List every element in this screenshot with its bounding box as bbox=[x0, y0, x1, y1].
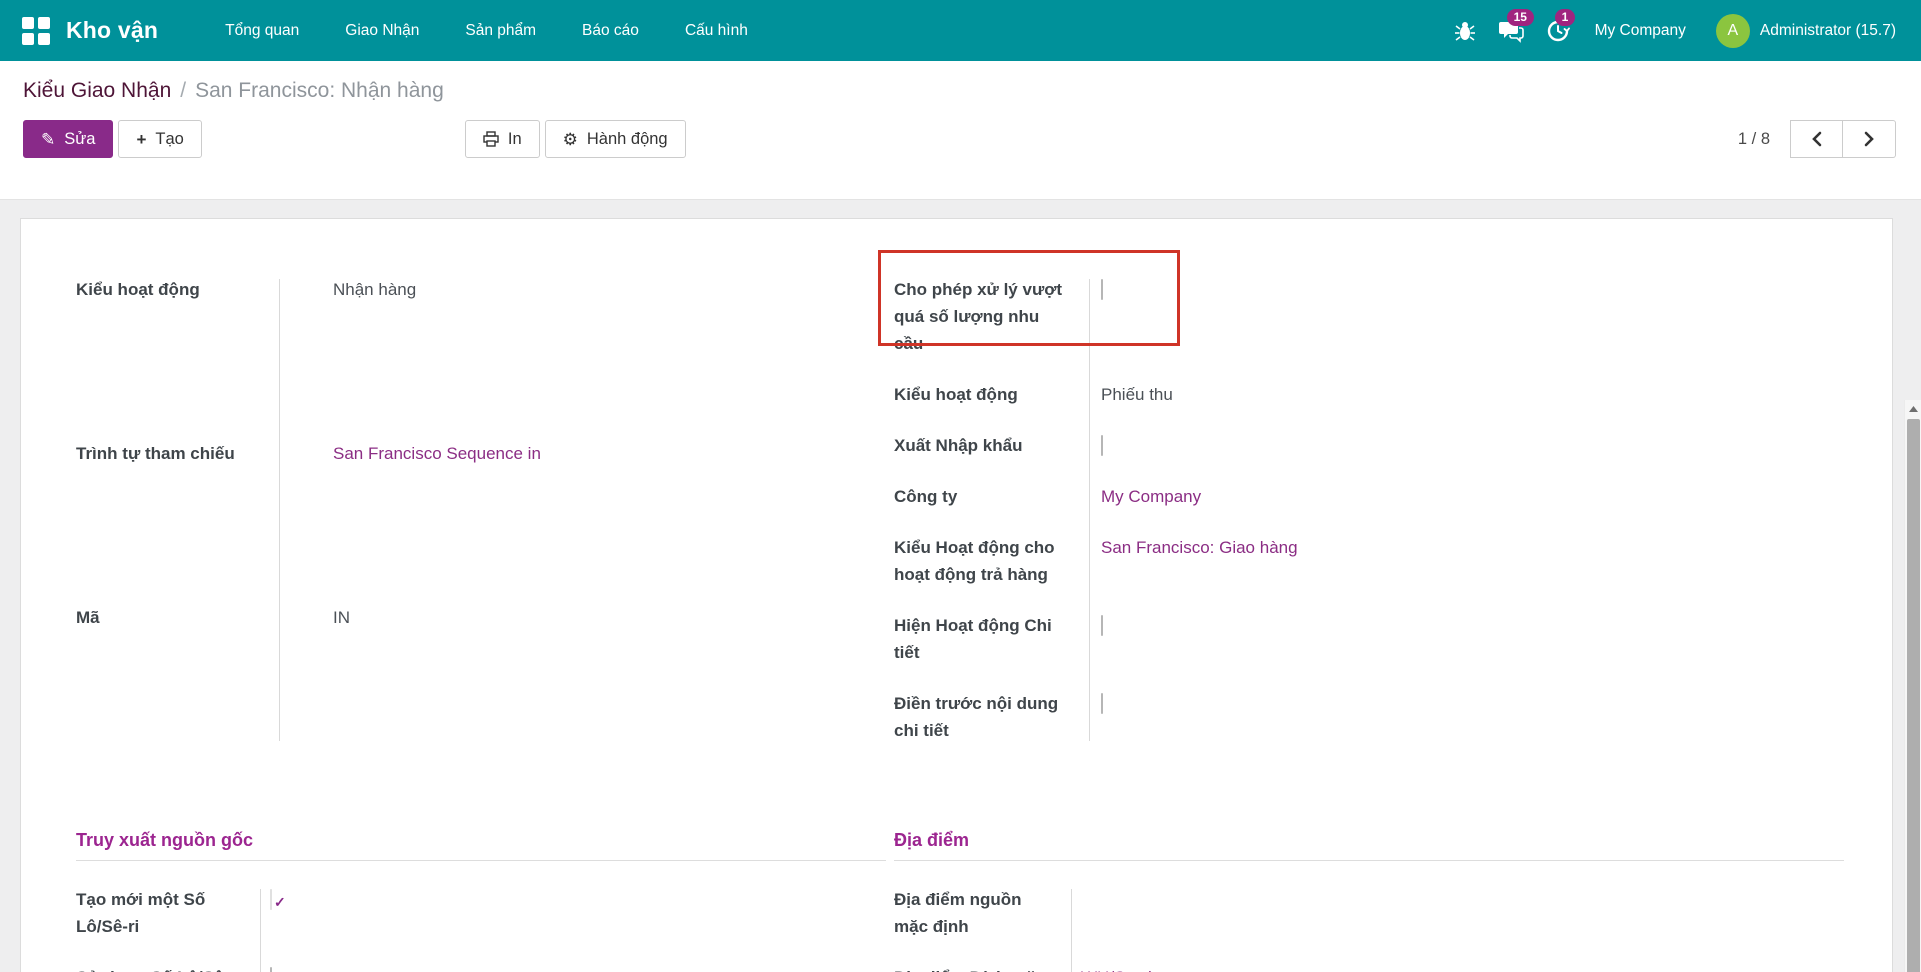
bottom-groups: Truy xuất nguồn gốc Tạo mới một Số Lô/Sê… bbox=[76, 830, 1892, 972]
field-link-company[interactable]: My Company bbox=[1101, 487, 1201, 506]
pager-next-button[interactable] bbox=[1843, 120, 1896, 158]
field-label: Điền trước nội dung chi tiết bbox=[894, 690, 1089, 744]
group-operation-settings: Cho phép xử lý vượt quá số lượng nhu cầu… bbox=[894, 276, 1844, 744]
edit-button[interactable]: ✎ Sửa bbox=[23, 120, 113, 158]
main-menu: Tổng quan Giao Nhận Sản phẩm Báo cáo Cấu… bbox=[202, 12, 771, 50]
create-button[interactable]: + Tạo bbox=[118, 120, 201, 158]
group-traceability: Tạo mới một Số Lô/Sê-ri Sử dụng Số Lô/Sê… bbox=[76, 886, 886, 972]
field-label: Mã bbox=[76, 604, 279, 631]
top-navbar: Kho vận Tổng quan Giao Nhận Sản phẩm Báo… bbox=[0, 0, 1921, 61]
top-groups: Kiểu hoạt động Nhận hàng Trình tự tham c… bbox=[76, 276, 1892, 744]
field-link-default-destination-location[interactable]: WH/Stock bbox=[1081, 968, 1157, 972]
pager-previous-button[interactable] bbox=[1790, 120, 1843, 158]
group-separator bbox=[1089, 279, 1090, 741]
field-label: Kiểu Hoạt động cho hoạt động trả hàng bbox=[894, 534, 1089, 588]
field-link-return-operation-type[interactable]: San Francisco: Giao hàng bbox=[1101, 538, 1298, 557]
group-separator bbox=[1071, 889, 1072, 972]
user-avatar[interactable]: A bbox=[1716, 14, 1750, 48]
navbar-right: 15 1 My Company A Administrator (15.7) bbox=[1443, 11, 1896, 51]
messages-icon[interactable]: 15 bbox=[1487, 11, 1535, 51]
group-operation-info: Kiểu hoạt động Nhận hàng Trình tự tham c… bbox=[76, 276, 886, 744]
content-area: Kiểu hoạt động Nhận hàng Trình tự tham c… bbox=[0, 200, 1921, 971]
debug-bug-icon[interactable] bbox=[1443, 11, 1487, 51]
scrollbar-up-arrow[interactable] bbox=[1905, 400, 1921, 418]
button-row: ✎ Sửa + Tạo In ⚙ Hành động bbox=[23, 120, 1896, 158]
section-traceability: Truy xuất nguồn gốc Tạo mới một Số Lô/Sê… bbox=[76, 830, 886, 972]
breadcrumb-parent[interactable]: Kiểu Giao Nhận bbox=[23, 79, 171, 102]
checkbox-prefill-detailed-operations[interactable] bbox=[1101, 693, 1103, 714]
chevron-right-icon bbox=[1863, 131, 1875, 147]
field-label: Hiện Hoạt động Chi tiết bbox=[894, 612, 1089, 666]
breadcrumb-separator: / bbox=[180, 79, 186, 102]
field-label: Kiểu hoạt động bbox=[76, 276, 279, 303]
field-label: Cho phép xử lý vượt quá số lượng nhu cầu bbox=[894, 276, 1089, 357]
field-label: Tạo mới một Số Lô/Sê-ri bbox=[76, 886, 260, 940]
print-action-group: In ⚙ Hành động bbox=[465, 120, 686, 158]
company-switcher[interactable]: My Company bbox=[1581, 22, 1700, 40]
edit-button-label: Sửa bbox=[64, 130, 95, 149]
menu-item-tong-quan[interactable]: Tổng quan bbox=[202, 12, 322, 50]
field-label: Sử dụng Số Lô/Sê-ri sẵn có bbox=[76, 964, 260, 972]
user-menu[interactable]: Administrator (15.7) bbox=[1760, 22, 1896, 40]
field-label: Xuất Nhập khẩu bbox=[894, 432, 1089, 459]
group-locations: Địa điểm nguồn mặc định Địa điểm Đích mặ… bbox=[894, 886, 1844, 972]
plus-icon: + bbox=[136, 131, 146, 148]
breadcrumb-current: San Francisco: Nhận hàng bbox=[195, 79, 444, 102]
pencil-icon: ✎ bbox=[41, 131, 55, 148]
section-title-locations: Địa điểm bbox=[894, 830, 1844, 861]
section-locations: Địa điểm Địa điểm nguồn mặc định Địa điể… bbox=[894, 830, 1844, 972]
checkbox-use-existing-lots[interactable] bbox=[270, 967, 272, 972]
checkbox-allow-over-processing[interactable] bbox=[1101, 279, 1103, 300]
checkbox-create-new-lots[interactable] bbox=[270, 889, 272, 910]
field-value-operation-type: Nhận hàng bbox=[279, 276, 886, 303]
app-brand[interactable]: Kho vận bbox=[66, 17, 158, 44]
printer-icon bbox=[483, 131, 499, 147]
field-value-code: IN bbox=[279, 604, 886, 631]
action-button[interactable]: ⚙ Hành động bbox=[545, 120, 686, 158]
field-label: Kiểu hoạt động bbox=[894, 381, 1089, 408]
group-separator bbox=[279, 279, 280, 741]
form-sheet: Kiểu hoạt động Nhận hàng Trình tự tham c… bbox=[20, 218, 1893, 972]
chevron-left-icon bbox=[1811, 131, 1823, 147]
checkbox-import-export[interactable] bbox=[1101, 435, 1103, 456]
messages-count-badge: 15 bbox=[1507, 9, 1534, 26]
section-title-traceability: Truy xuất nguồn gốc bbox=[76, 830, 886, 861]
field-label: Địa điểm Đích mặc định bbox=[894, 964, 1071, 972]
field-value-operation-kind: Phiếu thu bbox=[1089, 381, 1844, 408]
field-label: Công ty bbox=[894, 483, 1089, 510]
activity-count-badge: 1 bbox=[1555, 9, 1576, 26]
checkbox-show-detailed-operations[interactable] bbox=[1101, 615, 1103, 636]
breadcrumb: Kiểu Giao Nhận / San Francisco: Nhận hàng bbox=[23, 76, 1896, 106]
print-button-label: In bbox=[508, 130, 522, 149]
menu-item-cau-hinh[interactable]: Cấu hình bbox=[662, 12, 771, 50]
control-panel: Kiểu Giao Nhận/San Francisco: Nhận hàng … bbox=[0, 61, 1921, 200]
print-button[interactable]: In bbox=[465, 120, 540, 158]
scrollbar-thumb[interactable] bbox=[1907, 419, 1920, 972]
menu-item-giao-nhan[interactable]: Giao Nhận bbox=[322, 12, 442, 50]
field-label: Trình tự tham chiếu bbox=[76, 440, 279, 467]
activity-clock-icon[interactable]: 1 bbox=[1535, 11, 1581, 51]
field-label: Địa điểm nguồn mặc định bbox=[894, 886, 1071, 940]
group-separator bbox=[260, 889, 261, 972]
pager-counter: 1 / 8 bbox=[1738, 130, 1770, 149]
menu-item-bao-cao[interactable]: Báo cáo bbox=[559, 12, 662, 50]
record-pager: 1 / 8 bbox=[1738, 120, 1896, 158]
create-button-label: Tạo bbox=[155, 130, 183, 149]
action-button-label: Hành động bbox=[587, 130, 668, 149]
apps-menu-icon[interactable] bbox=[22, 17, 50, 45]
gear-icon: ⚙ bbox=[563, 131, 578, 148]
vertical-scrollbar[interactable] bbox=[1904, 400, 1921, 972]
menu-item-san-pham[interactable]: Sản phẩm bbox=[442, 12, 559, 50]
field-link-reference-sequence[interactable]: San Francisco Sequence in bbox=[333, 444, 541, 463]
